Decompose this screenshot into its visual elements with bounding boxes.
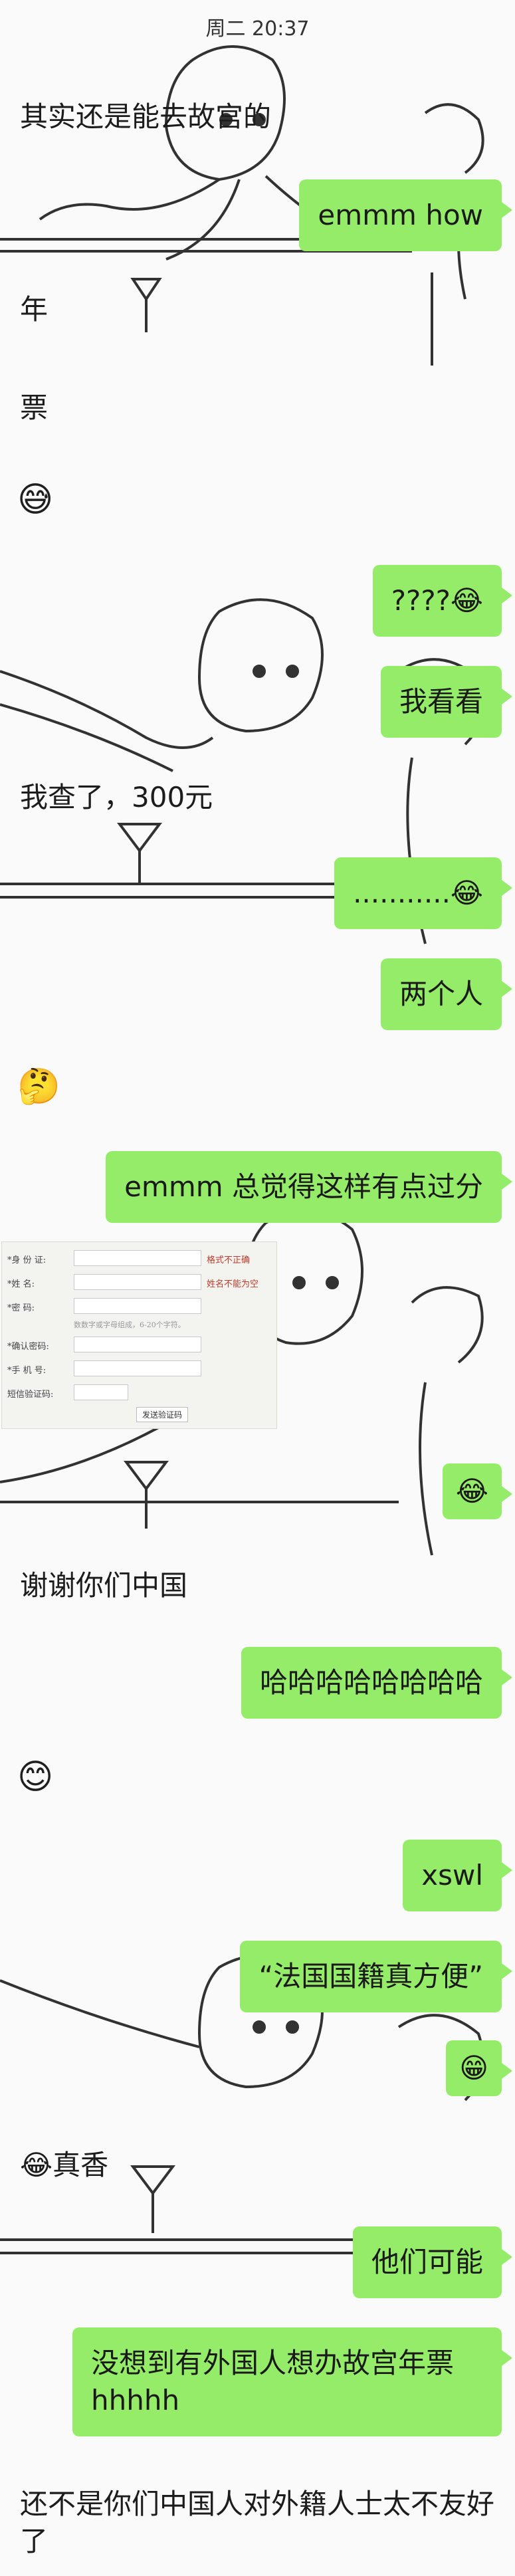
confirm-password-field	[74, 1337, 201, 1352]
name-field	[74, 1274, 201, 1290]
registration-form-screenshot[interactable]: *身 份 证: 格式不正确 *姓 名: 姓名不能为空 *密 码: 数数字或字母组…	[1, 1241, 277, 1429]
message-received: 谢谢你们中国	[20, 1569, 188, 1602]
message-sent-bubble[interactable]: 😁	[446, 2040, 512, 2096]
form-error: 格式不正确	[207, 1255, 251, 1265]
send-code-button: 发送验证码	[136, 1407, 189, 1422]
emoji-message: 😊	[17, 1757, 54, 1797]
form-error: 姓名不能为空	[207, 1279, 259, 1289]
form-label: *身 份 证:	[7, 1255, 47, 1265]
message-received: 票	[20, 391, 49, 424]
phone-field	[74, 1360, 201, 1376]
message-sent-bubble[interactable]: emmm how	[299, 179, 512, 251]
form-label: *确认密码:	[7, 1342, 49, 1352]
message-sent-bubble[interactable]: ????😂	[372, 565, 513, 637]
message-received: 我查了，300元	[20, 781, 213, 813]
message-received: 😂真香	[20, 2149, 109, 2181]
emoji-message: 🤔	[17, 1067, 60, 1107]
id-field	[74, 1250, 201, 1266]
message-sent-bubble[interactable]: 😂	[442, 1463, 513, 1519]
message-sent-bubble[interactable]: “法国国籍真方便”	[240, 1941, 512, 2012]
form-label: *手 机 号:	[7, 1366, 47, 1376]
message-sent-bubble[interactable]: emmm 总觉得这样有点过分	[106, 1151, 512, 1223]
password-field	[74, 1298, 201, 1314]
message-received: 其实还是能去故宫的	[20, 100, 272, 133]
message-sent-bubble[interactable]: 没想到有外国人想办故宫年票hhhhh	[72, 2327, 512, 2436]
message-sent-bubble[interactable]: 他们可能	[352, 2226, 513, 2298]
form-label: 短信验证码:	[7, 1390, 54, 1400]
message-received: 年	[20, 293, 49, 326]
timestamp: 周二 20:37	[205, 17, 310, 41]
form-label: *姓 名:	[7, 1279, 35, 1289]
message-received: 还不是你们中国人对外籍人士太不友好了	[20, 2488, 495, 2557]
message-sent-bubble[interactable]: 我看看	[380, 666, 513, 738]
password-hint: 数数字或字母组成，6-20个字符。	[74, 1321, 185, 1329]
sms-code-field	[74, 1384, 128, 1400]
message-sent-bubble[interactable]: 哈哈哈哈哈哈哈哈	[241, 1647, 513, 1719]
message-sent-bubble[interactable]: 两个人	[380, 958, 513, 1030]
message-sent-bubble[interactable]: xswl	[403, 1840, 512, 1911]
emoji-message: 😅	[17, 480, 54, 520]
message-sent-bubble[interactable]: ...........😂	[334, 857, 512, 929]
form-label: *密 码:	[7, 1303, 35, 1313]
